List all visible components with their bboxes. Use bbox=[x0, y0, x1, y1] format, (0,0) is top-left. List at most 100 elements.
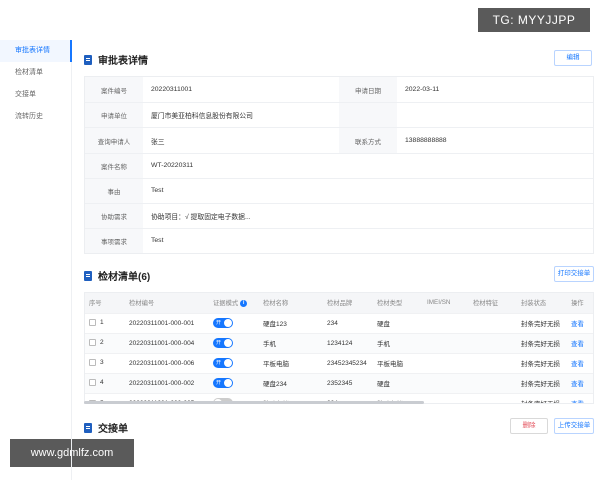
approval-detail-form: 案件编号 20220311001 申请日期 2022-03-11 申请单位 厦门… bbox=[84, 76, 594, 254]
evidence-mode-toggle[interactable]: 开 bbox=[213, 358, 233, 368]
row-status-cell: 封条完好无损 bbox=[517, 312, 567, 333]
row-type-cell: 手机 bbox=[373, 332, 423, 353]
sidebar-item-approval-detail[interactable]: 审批表详情 bbox=[0, 40, 72, 62]
view-link[interactable]: 查看 bbox=[571, 361, 584, 368]
row-feature-cell bbox=[469, 392, 517, 403]
col-header-status: 封装状态 bbox=[517, 293, 567, 313]
apply-date-value: 2022-03-11 bbox=[405, 86, 440, 93]
col-header-code: 检材编号 bbox=[125, 293, 209, 313]
view-link[interactable]: 查看 bbox=[571, 381, 584, 388]
apply-date-label: 申请日期 bbox=[355, 87, 381, 95]
row-imei-cell bbox=[423, 372, 469, 393]
document-icon bbox=[84, 270, 92, 281]
row-no-cell: 4 bbox=[85, 372, 125, 393]
materials-title: 检材清单(6) bbox=[98, 272, 151, 283]
row-mode-cell: 开 bbox=[209, 352, 259, 373]
table-header-row: 序号 检材编号 证据模式 i 检材名称 检材品牌 检材类型 IMEI/SN 检材特… bbox=[85, 293, 593, 313]
assist-label: 协助需求 bbox=[101, 213, 127, 221]
row-status-cell: 封条完好无损 bbox=[517, 352, 567, 373]
row-code-cell: 20220311001-000-006 bbox=[125, 352, 209, 373]
row-action-cell: 查看 bbox=[567, 332, 593, 353]
edit-button[interactable]: 编辑 bbox=[554, 50, 592, 66]
evidence-mode-toggle[interactable]: 开 bbox=[213, 378, 233, 388]
document-icon bbox=[84, 422, 92, 433]
col-header-mode: 证据模式 i bbox=[209, 293, 259, 313]
row-name-cell: 手机 bbox=[259, 332, 323, 353]
row-feature-cell bbox=[469, 312, 517, 333]
unit-value: 厦门市美亚柏科信息股份有限公司 bbox=[151, 112, 253, 120]
row-feature-cell bbox=[469, 352, 517, 373]
row-imei-cell bbox=[423, 352, 469, 373]
row-brand-cell: 234 bbox=[323, 312, 373, 333]
table-horizontal-scrollbar[interactable] bbox=[84, 401, 424, 404]
row-action-cell: 查看 bbox=[567, 352, 593, 373]
row-checkbox[interactable] bbox=[89, 379, 96, 387]
row-name-cell: 硬盘234 bbox=[259, 372, 323, 393]
row-code-cell: 20220311001-000-002 bbox=[125, 372, 209, 393]
col-header-feature: 检材特征 bbox=[469, 293, 517, 313]
approval-title: 审批表详情 bbox=[98, 56, 148, 67]
row-feature-cell bbox=[469, 372, 517, 393]
row-brand-cell: 2352345 bbox=[323, 372, 373, 393]
col-header-type: 检材类型 bbox=[373, 293, 423, 313]
materials-table: 序号 检材编号 证据模式 i 检材名称 检材品牌 检材类型 IMEI/SN 检材特… bbox=[84, 292, 594, 404]
approval-section-header: 审批表详情 bbox=[84, 52, 148, 67]
info-icon[interactable]: i bbox=[240, 300, 248, 308]
view-link[interactable]: 查看 bbox=[571, 401, 584, 403]
row-mode-cell: 开 bbox=[209, 332, 259, 353]
row-brand-cell: 23452345234 bbox=[323, 352, 373, 373]
row-brand-cell: 1234124 bbox=[323, 332, 373, 353]
case-name-label: 案件名称 bbox=[101, 163, 127, 171]
row-no-cell: 2 bbox=[85, 332, 125, 353]
case-no-label: 案件编号 bbox=[101, 87, 127, 95]
upload-handover-button[interactable]: 上传交接单 bbox=[554, 418, 594, 434]
case-name-value: WT-20220311 bbox=[151, 162, 194, 169]
row-imei-cell bbox=[423, 312, 469, 333]
sidebar-item-history[interactable]: 流转历史 bbox=[0, 106, 71, 128]
table-row: 2 20220311001-000-004 开 手机 1234124 手机 封条完好无损 查看 bbox=[85, 332, 593, 353]
row-mode-cell: 开 bbox=[209, 312, 259, 333]
contact-label: 联系方式 bbox=[355, 138, 381, 146]
col-header-name: 检材名称 bbox=[259, 293, 323, 313]
row-checkbox[interactable] bbox=[89, 359, 96, 367]
row-name-cell: 硬盘123 bbox=[259, 312, 323, 333]
applicant-value: 张三 bbox=[151, 138, 165, 146]
row-action-cell: 查看 bbox=[567, 312, 593, 333]
row-status-cell: 封条完好无损 bbox=[517, 372, 567, 393]
row-status-cell: 封条完好无损 bbox=[517, 392, 567, 403]
table-row: 1 20220311001-000-001 开 硬盘123 234 硬盘 封条完好无损 查看 bbox=[85, 312, 593, 333]
row-type-cell: 硬盘 bbox=[373, 312, 423, 333]
evidence-mode-toggle[interactable]: 开 bbox=[213, 318, 233, 328]
row-imei-cell bbox=[423, 392, 469, 403]
view-link[interactable]: 查看 bbox=[571, 321, 584, 328]
row-checkbox[interactable] bbox=[89, 319, 96, 327]
col-header-no: 序号 bbox=[85, 293, 125, 313]
table-row: 3 20220311001-000-006 开 平板电脑 23452345234 平板电脑… bbox=[85, 352, 593, 373]
row-action-cell: 查看 bbox=[567, 372, 593, 393]
handover-section-header: 交接单 bbox=[84, 420, 128, 435]
sidebar-item-handover[interactable]: 交接单 bbox=[0, 84, 71, 106]
row-name-cell: 平板电脑 bbox=[259, 352, 323, 373]
materials-section-header: 检材清单(6) bbox=[84, 268, 150, 283]
col-header-brand: 检材品牌 bbox=[323, 293, 373, 313]
watermark-top: TG: MYYJJPP bbox=[478, 8, 590, 32]
evidence-mode-toggle[interactable]: 开 bbox=[213, 338, 233, 348]
delete-button[interactable]: 删除 bbox=[510, 418, 548, 434]
case-no-value: 20220311001 bbox=[151, 86, 193, 93]
reason-value: Test bbox=[151, 187, 164, 194]
reason-label: 事由 bbox=[107, 188, 121, 196]
row-code-cell: 20220311001-000-001 bbox=[125, 312, 209, 333]
row-type-cell: 硬盘 bbox=[373, 372, 423, 393]
row-checkbox[interactable] bbox=[89, 339, 96, 347]
table-row: 4 20220311001-000-002 开 硬盘234 2352345 硬盘 封条完好无… bbox=[85, 372, 593, 393]
handover-title: 交接单 bbox=[98, 424, 128, 435]
row-mode-cell: 开 bbox=[209, 372, 259, 393]
row-no-cell: 1 bbox=[85, 312, 125, 333]
sidebar-item-materials[interactable]: 检材清单 bbox=[0, 62, 71, 84]
document-icon bbox=[84, 54, 92, 65]
col-header-imei: IMEI/SN bbox=[423, 293, 469, 313]
unit-label: 申请单位 bbox=[101, 112, 127, 120]
print-handover-button[interactable]: 打印交接单 bbox=[554, 266, 594, 282]
row-type-cell: 平板电脑 bbox=[373, 352, 423, 373]
view-link[interactable]: 查看 bbox=[571, 341, 584, 348]
